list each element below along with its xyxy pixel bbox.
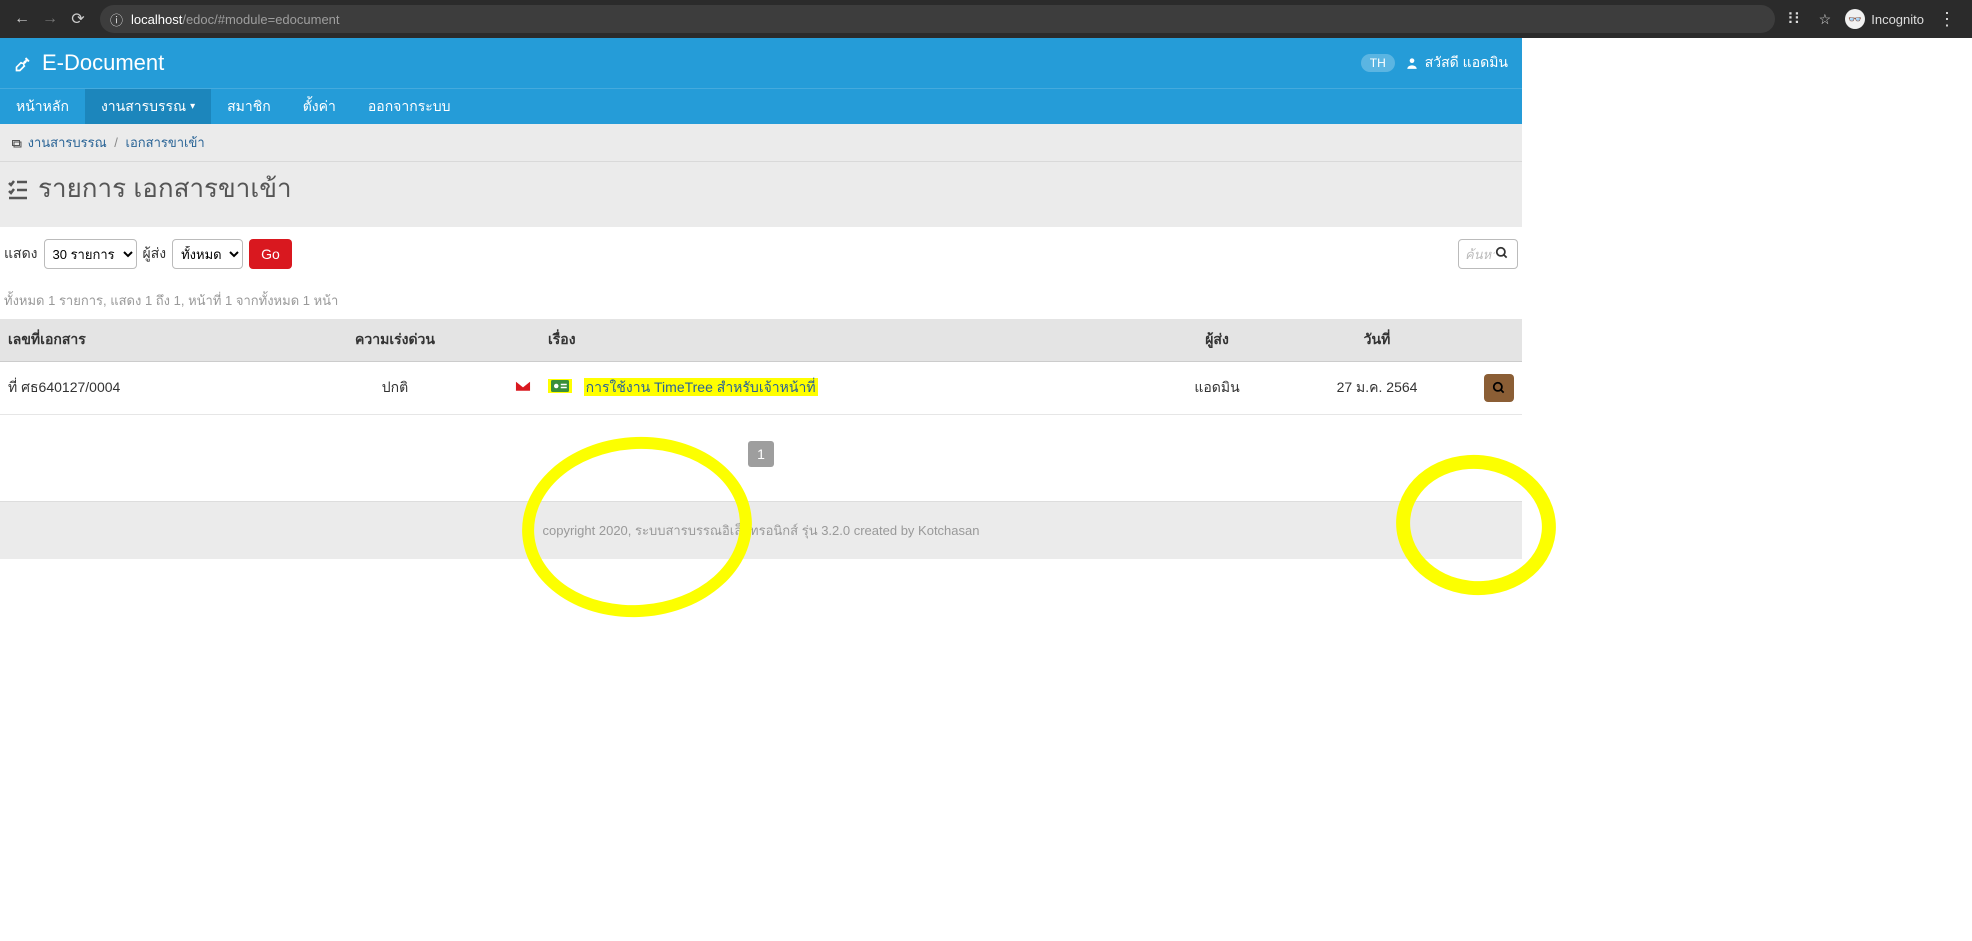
th-sender[interactable]: ผู้ส่ง [1142,319,1292,362]
nav-documents-label: งานสารบรรณ [101,96,186,118]
page-title: รายการ เอกสารขาเข้า [6,168,1516,209]
user-icon [1405,56,1419,70]
brand[interactable]: E-Document [14,50,164,76]
cell-date: 27 ม.ค. 2564 [1292,362,1462,415]
checklist-icon [6,177,30,201]
th-urgency[interactable]: ความเร่งด่วน [320,319,470,362]
wrench-icon [14,53,34,73]
th-date[interactable]: วันที่ [1292,319,1462,362]
incognito-icon: 👓 [1845,9,1865,29]
th-action [1462,319,1522,362]
cell-subject: การใช้งาน TimeTree สำหรับเจ้าหน้าที่ [540,362,1142,415]
sender-label: ผู้ส่ง [143,243,167,265]
go-button[interactable]: Go [249,239,292,269]
page-title-text: รายการ เอกสารขาเข้า [38,168,292,209]
nav-member[interactable]: สมาชิก [211,89,287,124]
bookmark-star-icon[interactable]: ☆ [1819,11,1832,28]
browser-reload-button[interactable]: ⟳ [64,5,92,33]
breadcrumb-level-2[interactable]: เอกสารขาเข้า [126,135,205,150]
th-icons [470,319,540,362]
th-doc-no[interactable]: เลขที่เอกสาร [0,319,320,362]
per-page-select[interactable]: 30 รายการ [44,239,137,269]
incognito-badge: 👓 Incognito [1845,9,1924,29]
breadcrumb-separator: / [114,135,118,150]
language-badge[interactable]: TH [1361,54,1395,72]
subject-link[interactable]: การใช้งาน TimeTree สำหรับเจ้าหน้าที่ [584,378,818,396]
nav-settings[interactable]: ตั้งค่า [287,89,352,124]
browser-forward-button[interactable]: → [36,5,64,33]
search-icon[interactable] [1495,246,1509,263]
translate-icon[interactable]: ⠸⠇ [1783,10,1805,28]
result-summary: ทั้งหมด 1 รายการ, แสดง 1 ถึง 1, หน้าที่ … [0,282,1522,319]
cell-doc-no: ที่ ศธ640127/0004 [0,362,320,415]
page-title-area: รายการ เอกสารขาเข้า [0,162,1522,227]
nav-logout[interactable]: ออกจากระบบ [352,89,467,124]
nav-documents[interactable]: งานสารบรรณ ▾ [85,89,211,124]
sender-filter-select[interactable]: ทั้งหมด [172,239,243,269]
table-header-row: เลขที่เอกสาร ความเร่งด่วน เรื่อง ผู้ส่ง … [0,319,1522,362]
site-info-icon: ⓘ [110,10,123,29]
cell-status-icon [470,362,540,415]
breadcrumb-level-1[interactable]: งานสารบรรณ [28,135,107,150]
brand-title: E-Document [42,50,164,76]
browser-right-controls: ⠸⠇ ☆ 👓 Incognito ⋮ [1783,9,1964,30]
th-subject[interactable]: เรื่อง [540,319,1142,362]
table-row[interactable]: ที่ ศธ640127/0004 ปกติ การใช้งาน TimeTre… [0,362,1522,415]
search-box[interactable] [1458,239,1518,269]
nav-home[interactable]: หน้าหลัก [0,89,85,124]
incognito-label: Incognito [1871,12,1924,27]
list-toolbar: แสดง 30 รายการ ผู้ส่ง ทั้งหมด Go [0,227,1522,282]
pagination: 1 [0,415,1522,501]
user-greeting: สวัสดี แอดมิน [1425,52,1508,74]
main-navigation: หน้าหลัก งานสารบรรณ ▾ สมาชิก ตั้งค่า ออก… [0,88,1522,124]
browser-chrome: ← → ⟳ ⓘ localhost /edoc/#module=edocumen… [0,0,1972,38]
cell-action [1462,362,1522,415]
documents-table: เลขที่เอกสาร ความเร่งด่วน เรื่อง ผู้ส่ง … [0,319,1522,415]
breadcrumb: งานสารบรรณ / เอกสารขาเข้า [0,124,1522,162]
topbar-right: TH สวัสดี แอดมิน [1361,52,1508,74]
footer-text: copyright 2020, ระบบสารบรรณอิเล็กทรอนิกส… [543,523,980,538]
footer: copyright 2020, ระบบสารบรรณอิเล็กทรอนิกส… [0,501,1522,559]
app-topbar: E-Document TH สวัสดี แอดมิน [0,38,1522,88]
content-area: แสดง 30 รายการ ผู้ส่ง ทั้งหมด Go ทั้งหมด… [0,227,1522,501]
user-menu[interactable]: สวัสดี แอดมิน [1405,52,1508,74]
url-domain: localhost [131,12,182,27]
cell-sender: แอดมิน [1142,362,1292,415]
browser-back-button[interactable]: ← [8,5,36,33]
browser-more-icon[interactable]: ⋮ [1938,9,1956,30]
document-stack-icon [10,135,28,150]
view-button[interactable] [1484,374,1514,402]
url-path: /edoc/#module=edocument [182,12,339,27]
browser-url-bar[interactable]: ⓘ localhost /edoc/#module=edocument [100,5,1775,33]
mail-unread-icon [514,380,532,397]
cell-urgency: ปกติ [320,362,470,415]
chevron-down-icon: ▾ [190,101,195,112]
show-label: แสดง [4,243,38,265]
page-current[interactable]: 1 [748,441,774,467]
magnify-icon [1492,381,1506,395]
id-card-icon [548,379,572,393]
search-input[interactable] [1465,247,1495,262]
